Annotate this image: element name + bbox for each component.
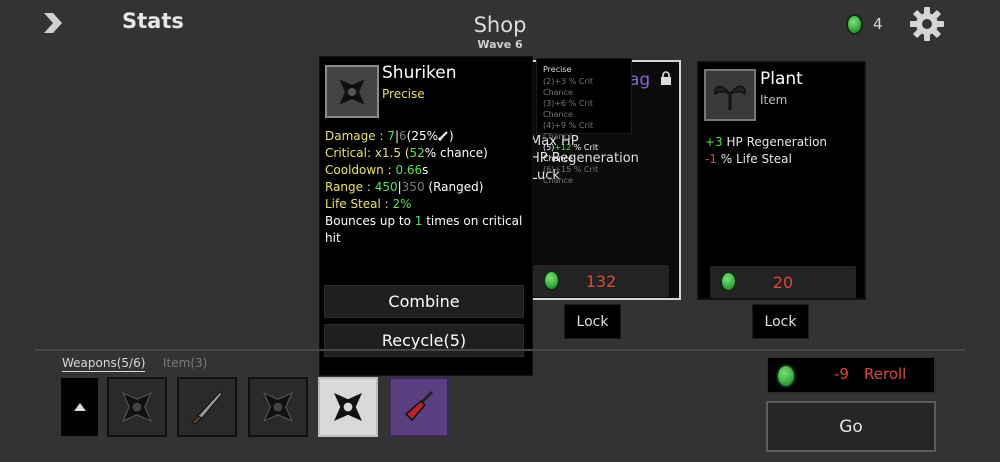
expand-arrow-icon[interactable] (40, 10, 64, 36)
tab-weapons[interactable]: Weapons(5/6) (62, 356, 146, 372)
stat-range: Range : 450|350 (Ranged) (325, 180, 484, 194)
screwdriver-icon (404, 390, 434, 422)
tooltip-row-active: (5)+12 % Crit Chance (543, 143, 599, 163)
reroll-label: Reroll (864, 365, 907, 383)
card-stat-line: -1 % Life Steal (705, 152, 792, 166)
shuriken-icon (334, 393, 362, 421)
weapon-slot-selected[interactable] (318, 377, 378, 437)
combine-button[interactable]: Combine (324, 285, 524, 318)
shuriken-icon (121, 391, 153, 423)
tooltip-row: (3)+6 % Crit Chance (543, 99, 594, 119)
coin-count: 4 (873, 15, 883, 33)
weapon-slot[interactable] (177, 377, 237, 437)
lock-icon (661, 71, 671, 85)
material-coin-icon (846, 14, 863, 35)
melee-damage-icon (437, 131, 448, 142)
divider (35, 349, 965, 351)
page-title: Shop (473, 13, 527, 37)
weapon-name: Shuriken (382, 63, 457, 83)
tab-items[interactable]: Item(3) (163, 356, 207, 370)
weapon-slot[interactable] (248, 377, 308, 437)
shuriken-icon (262, 391, 294, 423)
go-button[interactable]: Go (766, 401, 936, 452)
item-icon-frame (704, 69, 756, 121)
recycle-button[interactable]: Recycle(5) (324, 324, 524, 357)
material-coin-icon (720, 271, 737, 292)
weapon-detail-popover: Shuriken Precise Damage : 7|6(25%) Criti… (319, 56, 533, 376)
wave-label: Wave 6 (477, 38, 523, 51)
tooltip-title: Precise (543, 65, 572, 74)
shop-card[interactable]: Plant Item +3 HP Regeneration -1 % Life … (697, 61, 866, 300)
weapon-icon-frame (325, 65, 379, 118)
stat-bounce: Bounces up to 1 times on critical hit (325, 214, 523, 245)
stat-cooldown: Cooldown : 0.66s (325, 163, 429, 177)
lock-button[interactable]: Lock (752, 304, 809, 339)
card-title-fragment: ag (629, 70, 651, 90)
buy-button[interactable]: 132 (533, 265, 669, 297)
material-coin-icon (776, 364, 796, 388)
gear-icon[interactable] (908, 5, 946, 43)
stat-damage: Damage : 7|6(25%) (325, 129, 454, 143)
triangle-up-icon (73, 403, 86, 411)
item-type: Item (760, 93, 788, 107)
weapon-set: Precise (382, 87, 425, 101)
set-bonus-tooltip: Precise (2)+3 % Crit Chance (3)+6 % Crit… (536, 58, 632, 185)
stats-title[interactable]: Stats (122, 9, 184, 33)
shuriken-icon (339, 78, 365, 105)
tooltip-row: (6)+15 % Crit Chance (543, 165, 599, 185)
buy-button[interactable]: 20 (710, 266, 856, 298)
tooltip-row: (2)+3 % Crit Chance (543, 77, 594, 97)
stat-lifesteal: Life Steal : 2% (325, 197, 412, 211)
weapon-slot[interactable] (389, 377, 449, 437)
reroll-button[interactable] (766, 356, 936, 394)
scroll-up-button[interactable] (61, 378, 98, 436)
knife-icon (191, 391, 223, 425)
plant-icon (714, 85, 746, 110)
tooltip-row: (4)+9 % Crit Chance (543, 121, 594, 141)
stat-critical: Critical: x1.5 (52% chance) (325, 146, 488, 160)
reroll-cost: -9 (834, 365, 849, 383)
weapon-stats: Damage : 7|6(25%) Critical: x1.5 (52% ch… (325, 128, 531, 247)
card-stat-line: +3 HP Regeneration (705, 135, 828, 149)
lock-button[interactable]: Lock (564, 304, 621, 339)
weapon-slot[interactable] (107, 377, 167, 437)
material-coin-icon (543, 270, 560, 291)
item-name: Plant (760, 69, 803, 89)
